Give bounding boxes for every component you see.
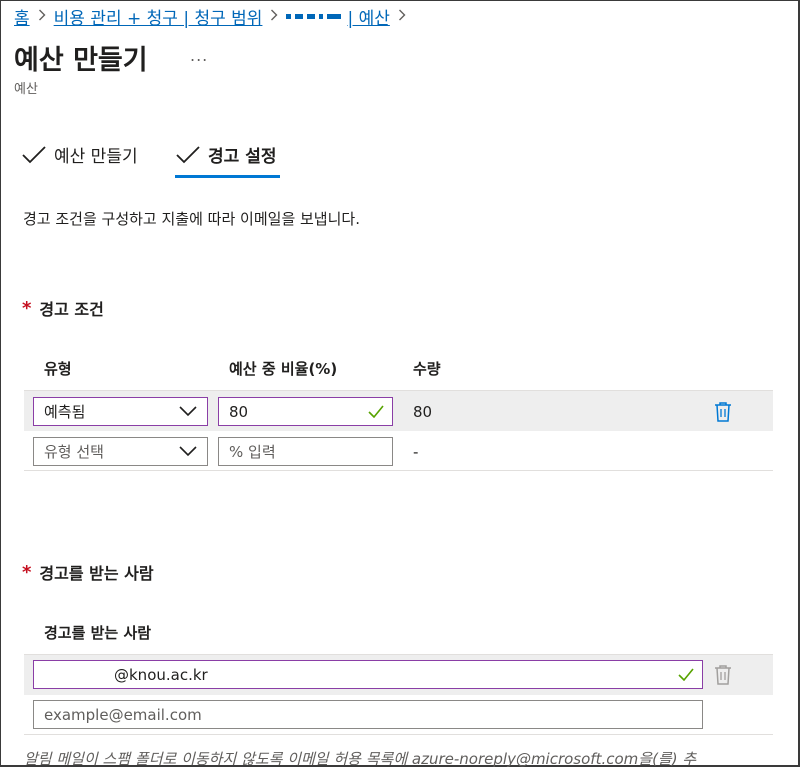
amount-value: - — [413, 443, 419, 461]
chevron-right-icon — [398, 9, 406, 25]
alert-type-select[interactable]: 예측됨 — [33, 397, 208, 426]
column-header-amount: 수량 — [413, 360, 441, 378]
column-header-recipients: 경고를 받는 사람 — [44, 624, 152, 642]
delete-icon[interactable] — [714, 664, 732, 685]
step-set-alerts[interactable]: 경고 설정 — [176, 142, 276, 167]
allowlist-note: 알림 메일이 스팸 폴더로 이동하지 않도록 이메일 허용 목록에 azure-… — [24, 750, 697, 767]
chevron-right-icon — [38, 9, 46, 25]
redacted-scope-name — [286, 14, 342, 19]
page-title: 예산 만들기 — [14, 45, 148, 76]
alert-type-select[interactable]: 유형 선택 — [33, 437, 208, 466]
chevron-down-icon — [179, 446, 197, 457]
percent-input[interactable]: 80 — [218, 397, 393, 426]
valid-check-icon — [678, 668, 694, 681]
delete-icon[interactable] — [714, 401, 732, 422]
breadcrumb: 홈 비용 관리 + 청구 | 청구 범위 | 예산 — [14, 4, 414, 29]
breadcrumb-budget-link[interactable]: | 예산 — [347, 4, 389, 29]
alert-recipients-heading: * 경고를 받는 사람 — [22, 561, 154, 584]
description-text: 경고 조건을 구성하고 지출에 따라 이메일을 보냅니다. — [23, 210, 360, 228]
step-label: 예산 만들기 — [54, 147, 138, 167]
percent-input[interactable]: % 입력 — [218, 437, 393, 466]
breadcrumb-cost-link[interactable]: 비용 관리 + 청구 | 청구 범위 — [54, 4, 263, 29]
recipient-email-input[interactable]: example@email.com — [33, 700, 703, 729]
active-step-indicator — [175, 175, 280, 178]
more-options-icon[interactable]: ... — [190, 46, 208, 65]
valid-check-icon — [368, 405, 384, 418]
breadcrumb-home-link[interactable]: 홈 — [14, 4, 30, 29]
checkmark-icon — [22, 145, 46, 163]
chevron-right-icon — [270, 9, 278, 25]
recipient-email-input[interactable]: @knou.ac.kr — [33, 660, 703, 689]
required-mark: * — [22, 297, 32, 319]
column-header-type: 유형 — [44, 360, 72, 378]
amount-value: 80 — [413, 403, 433, 421]
step-create-budget[interactable]: 예산 만들기 — [22, 142, 138, 167]
chevron-down-icon — [179, 406, 197, 417]
step-label: 경고 설정 — [208, 147, 277, 167]
required-mark: * — [22, 561, 32, 583]
window-frame — [0, 0, 800, 767]
page-subtitle: 예산 — [14, 82, 38, 97]
column-header-percent: 예산 중 비율(%) — [229, 360, 338, 378]
checkmark-icon — [176, 145, 200, 163]
alert-conditions-heading: * 경고 조건 — [22, 297, 104, 320]
